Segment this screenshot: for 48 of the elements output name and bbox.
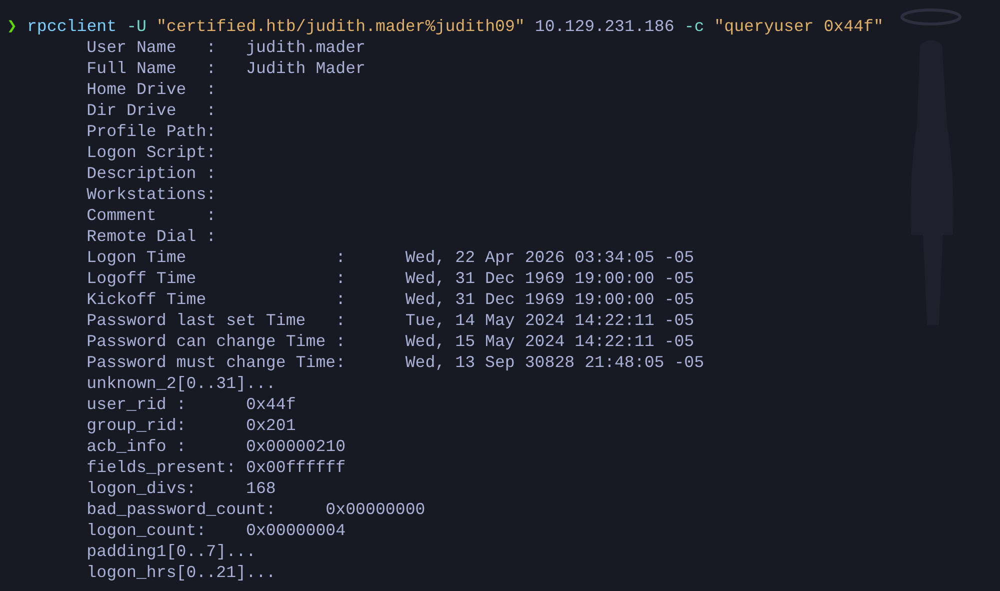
field-label: Password must change Time: bbox=[86, 353, 346, 372]
field-value: 0x44f bbox=[246, 395, 296, 414]
field-value: 0x201 bbox=[246, 416, 296, 435]
field-value: Wed, 22 Apr 2026 03:34:05 -05 bbox=[405, 248, 694, 267]
field-label: Comment : bbox=[86, 206, 216, 225]
field-label: Logoff Time : bbox=[86, 269, 346, 288]
field-value: 168 bbox=[246, 479, 276, 498]
field-label: Password can change Time : bbox=[86, 332, 346, 351]
field-label: Full Name : bbox=[86, 59, 216, 78]
field-label: Kickoff Time : bbox=[86, 290, 346, 309]
field-label: Description : bbox=[86, 164, 216, 183]
command-argument: 10.129.231.186 bbox=[534, 17, 674, 36]
command-argument: "certified.htb/judith.mader%judith09" bbox=[156, 17, 525, 36]
field-label: Logon Time : bbox=[86, 248, 346, 267]
field-label: logon_divs: bbox=[86, 479, 196, 498]
field-label: bad_password_count: bbox=[86, 500, 276, 519]
field-label: Password last set Time : bbox=[86, 311, 346, 330]
field-label: Logon Script: bbox=[86, 143, 216, 162]
field-value: 0x00000004 bbox=[246, 521, 346, 540]
field-label: Profile Path: bbox=[86, 122, 216, 141]
field-label: Dir Drive : bbox=[86, 101, 216, 120]
field-label: Remote Dial : bbox=[86, 227, 216, 246]
field-label: unknown_2[0..31]... bbox=[86, 374, 276, 393]
field-label: acb_info : bbox=[86, 437, 186, 456]
field-value: Tue, 14 May 2024 14:22:11 -05 bbox=[405, 311, 694, 330]
command-name: rpcclient bbox=[26, 17, 117, 36]
field-label: group_rid: bbox=[86, 416, 186, 435]
field-label: fields_present: bbox=[86, 458, 236, 477]
field-value: judith.mader bbox=[246, 38, 366, 57]
field-value: 0x00ffffff bbox=[246, 458, 346, 477]
field-label: logon_count: bbox=[86, 521, 206, 540]
prompt-symbol: ❯ bbox=[7, 16, 17, 35]
field-value: 0x00000000 bbox=[326, 500, 426, 519]
command-option: -c bbox=[684, 17, 704, 36]
field-label: Home Drive : bbox=[86, 80, 216, 99]
field-value: Wed, 13 Sep 30828 21:48:05 -05 bbox=[405, 353, 704, 372]
field-label: User Name : bbox=[86, 38, 216, 57]
field-value: Wed, 31 Dec 1969 19:00:00 -05 bbox=[405, 290, 694, 309]
field-label: Workstations: bbox=[86, 185, 216, 204]
field-label: logon_hrs[0..21]... bbox=[86, 563, 276, 582]
field-value: Wed, 31 Dec 1969 19:00:00 -05 bbox=[405, 269, 694, 288]
field-value: Wed, 15 May 2024 14:22:11 -05 bbox=[405, 332, 694, 351]
field-value: Judith Mader bbox=[246, 59, 366, 78]
field-label: padding1[0..7]... bbox=[86, 542, 256, 561]
command-option: -U bbox=[126, 17, 146, 36]
command-argument: "queryuser 0x44f" bbox=[714, 17, 884, 36]
field-label: user_rid : bbox=[86, 395, 186, 414]
field-value: 0x00000210 bbox=[246, 437, 346, 456]
